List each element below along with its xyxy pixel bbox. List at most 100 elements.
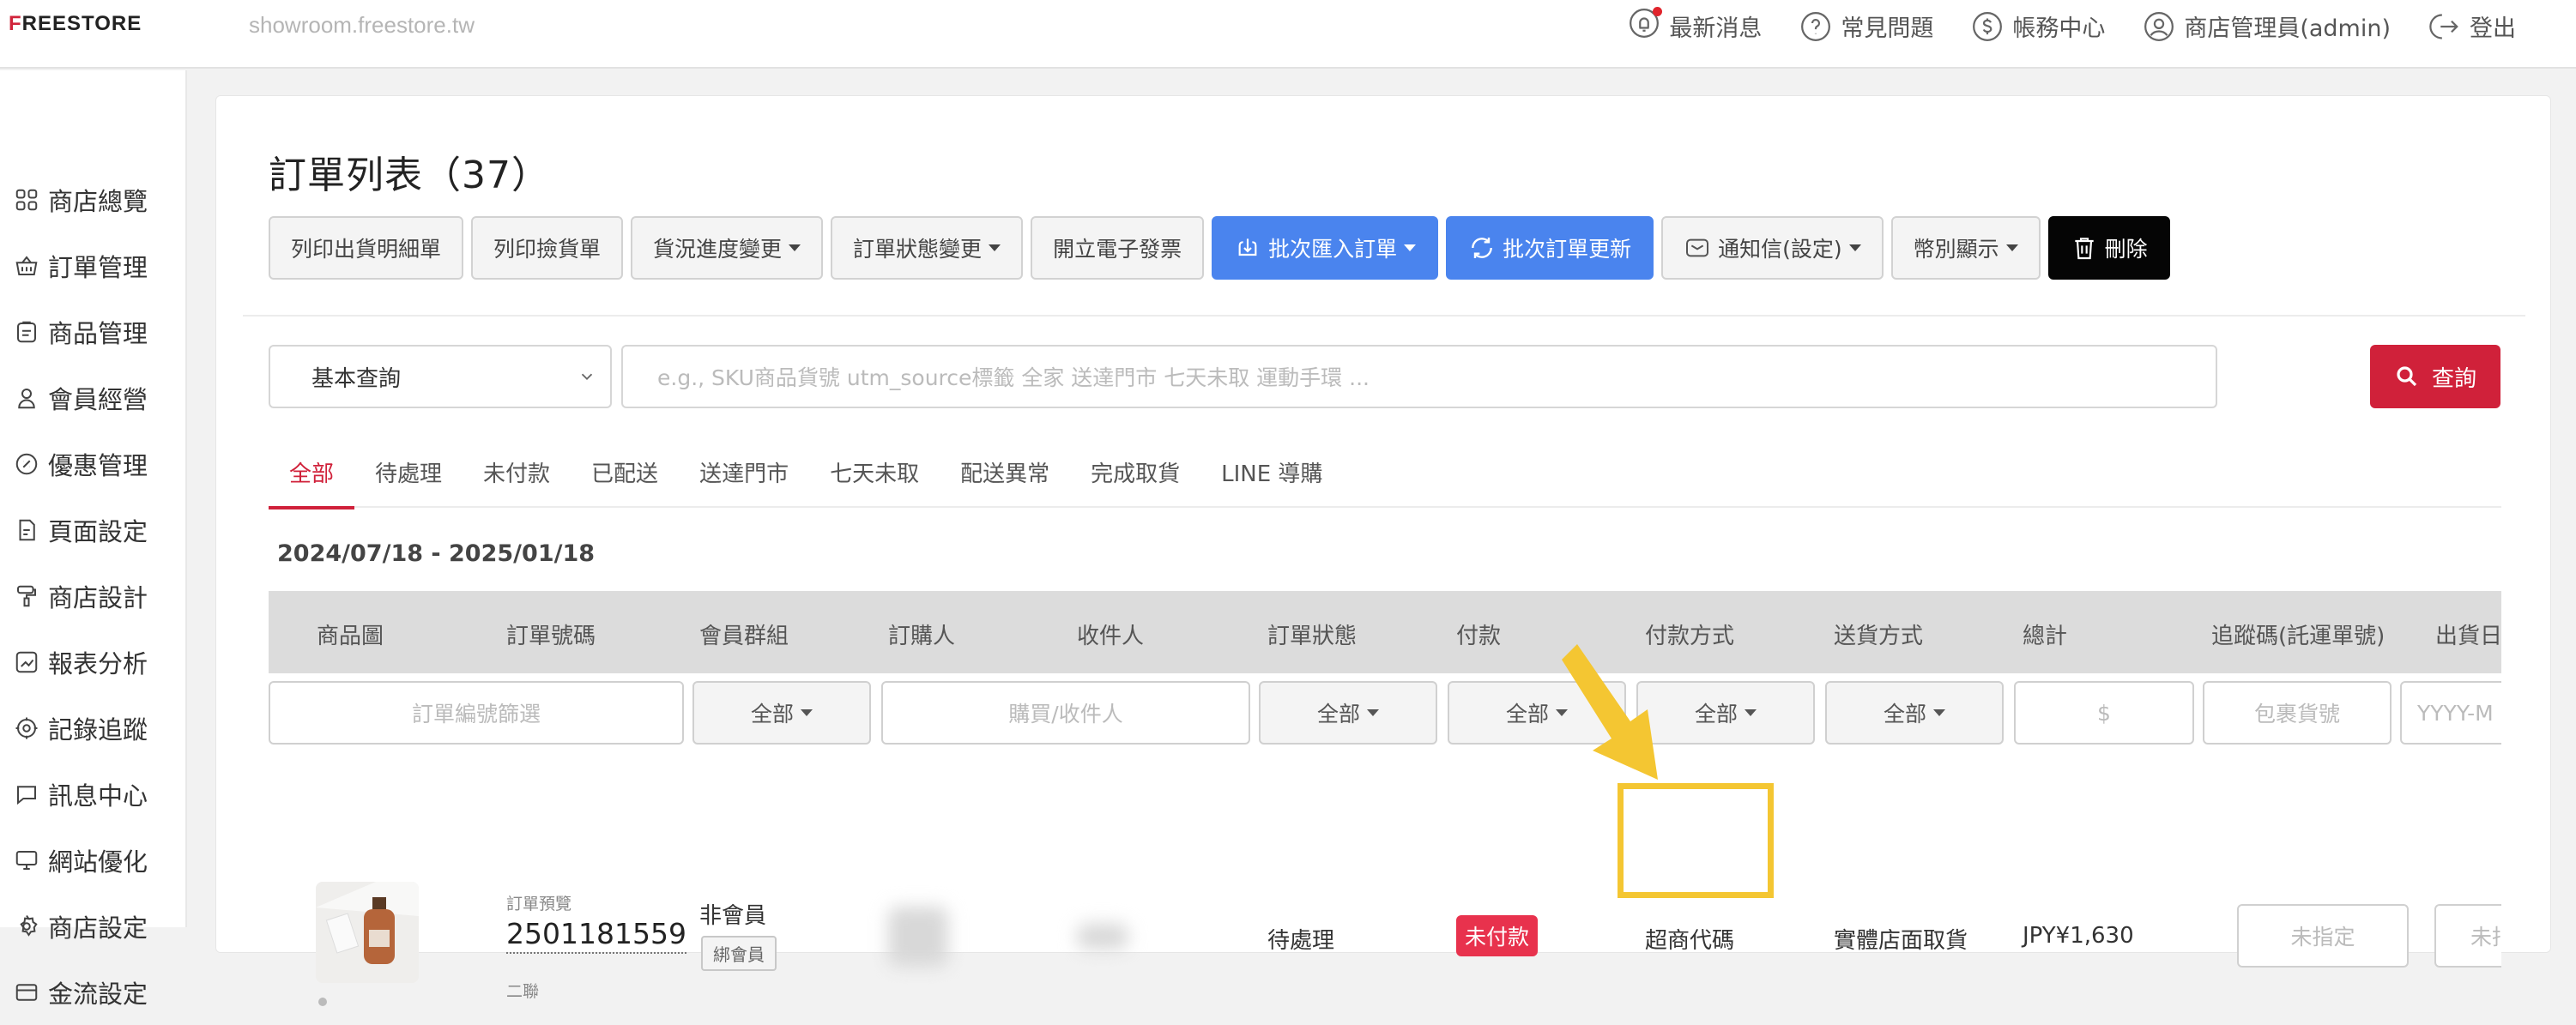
nav-faq-label: 常見問題 bbox=[1841, 15, 1934, 42]
person-icon bbox=[18, 388, 35, 408]
order-status-filter[interactable]: 全部 bbox=[1259, 681, 1437, 745]
dollar-icon bbox=[1973, 11, 2003, 41]
bell-icon bbox=[1628, 7, 1663, 45]
date-range[interactable]: 2024/07/18 - 2025/01/18 bbox=[277, 540, 595, 567]
search-button[interactable]: 查詢 bbox=[2370, 345, 2500, 408]
order-number-filter[interactable]: 訂單編號篩選 bbox=[269, 681, 684, 745]
tracking-input[interactable]: 未指定 bbox=[2237, 904, 2409, 968]
sidebar-item-products[interactable]: 商品管理 bbox=[0, 298, 187, 365]
basket-icon bbox=[15, 255, 38, 275]
tab-unpicked-7days[interactable]: 七天未取 bbox=[830, 439, 919, 508]
message-icon bbox=[17, 785, 36, 805]
shipping-progress-dropdown[interactable]: 貨況進度變更 bbox=[631, 216, 824, 280]
column-header: 出貨日 bbox=[2435, 624, 2503, 649]
sidebar-item-overview[interactable]: 商店總覽 bbox=[0, 166, 187, 232]
shipping-method-value: 實體店面取貨 bbox=[1834, 928, 1968, 954]
column-header: 會員群組 bbox=[699, 624, 789, 649]
top-nav: 最新消息 常見問題 帳務中心 商店管理員(admin) 登出 bbox=[1628, 7, 2516, 45]
sidebar-item-payment[interactable]: 金流設定 bbox=[0, 959, 187, 1025]
logout-icon bbox=[2429, 13, 2458, 39]
sidebar-item-label: 記錄追蹤 bbox=[48, 714, 148, 745]
tracking-filter[interactable]: 包裹貨號 bbox=[2203, 681, 2392, 745]
tab-all[interactable]: 全部 bbox=[268, 439, 355, 509]
column-header: 訂購人 bbox=[888, 624, 956, 649]
currency-dropdown[interactable]: 幣別顯示 bbox=[1890, 216, 2041, 280]
ship-date-input[interactable]: 未指 bbox=[2434, 904, 2501, 968]
einvoice-button[interactable]: 開立電子發票 bbox=[1031, 216, 1205, 280]
sidebar-item-design[interactable]: 商店設計 bbox=[0, 563, 187, 629]
sidebar-item-label: 商店設定 bbox=[48, 913, 148, 943]
total-filter[interactable]: $ bbox=[2014, 681, 2194, 745]
order-number-link[interactable]: 2501181559 bbox=[506, 917, 686, 954]
column-header: 商品圖 bbox=[317, 624, 384, 649]
shipping-filter[interactable]: 全部 bbox=[1825, 681, 2004, 745]
tab-line-shopping[interactable]: LINE 導購 bbox=[1221, 439, 1322, 508]
nav-admin-label: 商店管理員(admin) bbox=[2184, 15, 2391, 42]
print-picking-list-button[interactable]: 列印撿貨單 bbox=[471, 216, 624, 280]
search-input[interactable]: e.g., SKU商品貨號 utm_source標籤 全家 送達門市 七天未取 … bbox=[621, 345, 2217, 408]
member-group-filter[interactable]: 全部 bbox=[692, 681, 871, 745]
bind-member-button[interactable]: 綁會員 bbox=[701, 936, 777, 971]
nav-billing-label: 帳務中心 bbox=[2012, 15, 2106, 42]
caret-down-icon bbox=[989, 244, 1001, 251]
member-group: 非會員 bbox=[699, 903, 767, 929]
order-status-dropdown[interactable]: 訂單狀態變更 bbox=[831, 216, 1024, 280]
divider bbox=[243, 315, 2525, 317]
sidebar-item-label: 頁面設定 bbox=[48, 516, 148, 546]
column-header: 追蹤碼(託運單號) bbox=[2211, 624, 2386, 649]
clipboard-icon bbox=[17, 321, 36, 342]
sidebar-item-pages[interactable]: 頁面設定 bbox=[0, 497, 187, 563]
caret-down-icon bbox=[1404, 244, 1417, 251]
tab-picked-up[interactable]: 完成取貨 bbox=[1091, 439, 1180, 508]
page-title: 訂單列表（37） bbox=[269, 154, 550, 197]
sidebar-item-messages[interactable]: 訊息中心 bbox=[0, 761, 187, 827]
question-icon bbox=[1801, 11, 1831, 41]
annotation-arrow-icon bbox=[1562, 644, 1658, 780]
column-header: 訂單狀態 bbox=[1267, 624, 1358, 649]
sidebar-item-settings[interactable]: 商店設定 bbox=[0, 893, 187, 959]
sidebar-item-reports[interactable]: 報表分析 bbox=[0, 629, 187, 695]
nav-billing[interactable]: 帳務中心 bbox=[1971, 9, 2105, 43]
batch-update-button[interactable]: 批次訂單更新 bbox=[1446, 216, 1654, 280]
ship-date-filter[interactable]: YYYY-M bbox=[2400, 681, 2501, 745]
sidebar-item-label: 報表分析 bbox=[48, 648, 148, 678]
caret-down-icon bbox=[1933, 709, 1945, 716]
sidebar-item-orders[interactable]: 訂單管理 bbox=[0, 232, 187, 298]
product-thumbnail[interactable] bbox=[316, 882, 419, 983]
buyer-filter[interactable]: 購買/收件人 bbox=[881, 681, 1250, 745]
sidebar-item-label: 商品管理 bbox=[48, 318, 148, 348]
notify-email-dropdown[interactable]: 通知信(設定) bbox=[1661, 216, 1884, 280]
sidebar-item-promotions[interactable]: 優惠管理 bbox=[0, 431, 187, 497]
caret-down-icon bbox=[1848, 244, 1861, 251]
nav-news[interactable]: 最新消息 bbox=[1628, 7, 1762, 45]
print-packing-list-button[interactable]: 列印出貨明細單 bbox=[269, 216, 464, 280]
sidebar-item-label: 商店設計 bbox=[48, 582, 148, 612]
tab-delivery-error[interactable]: 配送異常 bbox=[960, 439, 1049, 508]
grid-icon bbox=[15, 189, 38, 210]
sidebar-item-label: 商店總覽 bbox=[48, 186, 148, 216]
tab-shipped[interactable]: 已配送 bbox=[591, 439, 658, 508]
tab-unpaid[interactable]: 未付款 bbox=[483, 439, 550, 508]
store-domain[interactable]: showroom.freestore.tw bbox=[249, 12, 475, 39]
batch-import-dropdown[interactable]: 批次匯入訂單 bbox=[1212, 216, 1439, 280]
query-mode-select[interactable]: 基本查詢 bbox=[269, 345, 612, 408]
table-row[interactable]: 訂單預覽 2501181559 二聯 非會員 綁會員 待處理 未付款 超商代碼 … bbox=[269, 765, 2501, 1022]
column-header: 收件人 bbox=[1077, 624, 1145, 649]
sidebar-item-tracking[interactable]: 記錄追蹤 bbox=[0, 695, 187, 761]
monitor-icon bbox=[15, 850, 38, 870]
unpaid-badge: 未付款 bbox=[1456, 915, 1539, 956]
nav-logout[interactable]: 登出 bbox=[2428, 9, 2516, 43]
sidebar-item-label: 金流設定 bbox=[48, 979, 148, 1009]
sidebar-item-seo[interactable]: 網站優化 bbox=[0, 827, 187, 893]
order-preview-label[interactable]: 訂單預覽 bbox=[506, 891, 571, 914]
brush-icon bbox=[17, 585, 36, 606]
delete-button[interactable]: 刪除 bbox=[2047, 216, 2170, 280]
tab-arrived-store[interactable]: 送達門市 bbox=[699, 439, 789, 508]
sidebar-item-members[interactable]: 會員經營 bbox=[0, 365, 187, 431]
payment-method-highlight-box bbox=[1618, 783, 1774, 898]
caret-down-icon bbox=[2005, 244, 2018, 251]
caret-down-icon bbox=[1367, 709, 1379, 716]
nav-admin[interactable]: 商店管理員(admin) bbox=[2143, 9, 2391, 43]
nav-faq[interactable]: 常見問題 bbox=[1799, 9, 1933, 43]
tab-pending[interactable]: 待處理 bbox=[375, 439, 442, 508]
